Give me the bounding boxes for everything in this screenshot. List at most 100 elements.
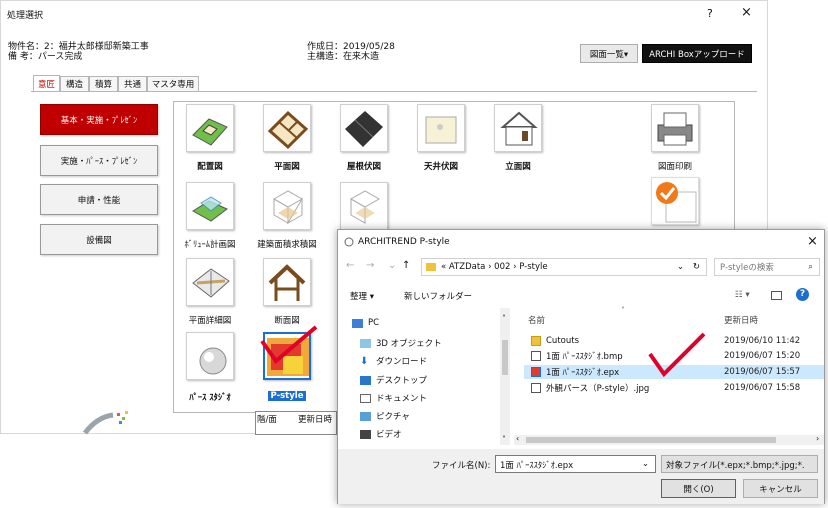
checkmark-annotation-icon <box>648 332 706 378</box>
file-type-select[interactable]: 対象ファイル(*.epx;*.bmp;*.jpg;*. <box>661 455 818 473</box>
tree-item-documents[interactable]: ドキュメント <box>360 392 427 404</box>
p-style-label: P-style <box>252 391 322 401</box>
scroll-up-icon[interactable]: ˄ <box>502 314 506 323</box>
category-equipment[interactable]: 設備図 <box>40 224 158 255</box>
address-bar[interactable]: « ATZData › 002 › P-style ⌄ ↻ <box>421 258 707 276</box>
organize-menu[interactable]: 整理 ▾ <box>350 290 374 302</box>
check-icon[interactable] <box>651 177 699 225</box>
epx-file-icon <box>531 367 541 377</box>
tab-common[interactable]: 共通 <box>118 76 147 91</box>
print-icon[interactable] <box>651 104 699 152</box>
tab-estimate[interactable]: 積算 <box>89 76 118 91</box>
sort-indicator-icon: ˄ <box>621 306 625 315</box>
column-date[interactable]: 更新日時 <box>724 314 758 326</box>
document-icon <box>360 393 371 403</box>
help-button[interactable]: ? <box>707 7 713 20</box>
scroll-left-icon[interactable]: ‹ <box>516 434 519 443</box>
building-area-label: 建築面積求積図 <box>257 240 317 250</box>
address-dropdown-icon[interactable]: ⌄ <box>677 262 684 272</box>
detail-plan-icon[interactable] <box>186 258 234 306</box>
file-list-scroll-thumb[interactable] <box>526 437 776 443</box>
tree-item-downloads[interactable]: ⬇ ダウンロード <box>360 355 427 367</box>
close-button[interactable]: × <box>741 5 752 20</box>
ceiling-plan-icon[interactable] <box>417 104 465 152</box>
search-icon: ⌕ <box>808 262 813 272</box>
roof-plan-icon[interactable] <box>340 104 388 152</box>
grid-header-floor: 階/面 <box>257 415 277 425</box>
main-structure: 主構造：在来木造 <box>307 52 380 62</box>
site-plan-label: 配置図 <box>197 162 223 172</box>
drawing-list-button[interactable]: 図面一覧▾ <box>580 44 638 63</box>
pc-icon <box>352 318 363 328</box>
folder-icon <box>531 336 541 346</box>
perspective-studio-icon[interactable] <box>186 332 234 380</box>
refresh-icon[interactable]: ↻ <box>693 262 700 272</box>
tab-structure[interactable]: 構造 <box>60 76 89 91</box>
folder-icon <box>426 263 436 271</box>
tree-scroll-thumb[interactable] <box>502 340 508 375</box>
filename-dropdown-icon[interactable]: ⌄ <box>642 459 649 469</box>
scroll-right-icon[interactable]: › <box>816 434 819 443</box>
elevation-icon[interactable] <box>494 104 542 152</box>
volume-plan-icon[interactable] <box>186 182 234 230</box>
scroll-down-icon[interactable]: ˅ <box>502 435 506 444</box>
tab-design[interactable]: 意匠 <box>33 75 60 91</box>
volume-plan-label: ﾎﾞﾘｭｰﾑ計画図 <box>184 240 236 250</box>
column-name[interactable]: 名前 <box>528 314 545 326</box>
preview-pane-icon[interactable] <box>771 291 782 300</box>
section-icon[interactable] <box>263 258 311 306</box>
tab-master[interactable]: マスタ専用 <box>147 76 199 91</box>
tree-item-pc[interactable]: PC <box>352 318 379 328</box>
filename-input[interactable]: 1面 ﾊﾟｰｽｽﾀｼﾞｵ.epx ⌄ <box>495 455 656 473</box>
tree-item-3d-objects[interactable]: 3D オブジェクト <box>360 337 442 349</box>
archi-logo-icon <box>83 411 128 435</box>
tree-item-desktop[interactable]: デスクトップ <box>360 374 427 386</box>
help-icon[interactable]: ? <box>796 288 809 301</box>
category-application[interactable]: 申請・性能 <box>40 184 158 215</box>
print-label: 図面印刷 <box>657 162 692 172</box>
app-icon <box>344 237 354 247</box>
tree-scrollbar[interactable] <box>500 308 510 445</box>
roof-plan-label: 屋根伏図 <box>346 162 381 172</box>
detail-plan-label: 平面詳細図 <box>188 316 232 326</box>
perspective-studio-label: ﾊﾟｰｽ ｽﾀｼﾞｵ <box>189 393 231 403</box>
tree-item-pictures[interactable]: ピクチャ <box>360 410 410 422</box>
floor-plan-label: 平面図 <box>274 162 300 172</box>
building-area-icon[interactable] <box>263 182 311 230</box>
floor-plan-icon[interactable] <box>263 104 311 152</box>
cancel-button[interactable]: キャンセル <box>743 479 818 498</box>
desktop-icon <box>360 375 371 385</box>
dialog-close-button[interactable]: × <box>807 234 818 249</box>
tab-divider <box>31 91 757 92</box>
grid-header-updated: 更新日時 <box>298 415 333 425</box>
open-button[interactable]: 開く(O) <box>661 479 736 498</box>
site-plan-icon[interactable] <box>186 104 234 152</box>
forward-icon[interactable]: → <box>366 260 374 271</box>
elevation-label: 立面図 <box>505 162 531 172</box>
category-perspective[interactable]: 実施・ﾊﾟｰｽ・ﾌﾟﾚｾﾞﾝ <box>40 145 158 176</box>
up-icon[interactable]: ↑ <box>402 260 410 271</box>
view-options-icon[interactable]: ☷ ▾ <box>735 290 750 300</box>
file-open-dialog: ARCHITREND P-style × ← → ⌄ ↑ « ATZData ›… <box>337 229 825 504</box>
back-icon[interactable]: ← <box>346 260 354 271</box>
floor-area-icon[interactable] <box>340 182 388 230</box>
image-file-icon <box>531 383 541 393</box>
new-folder-button[interactable]: 新しいフォルダー <box>404 290 472 302</box>
archi-box-upload-button[interactable]: ARCHI Boxアップロード <box>642 44 752 63</box>
filename-label: ファイル名(N): <box>432 461 491 471</box>
search-input[interactable]: P-styleの検索 ⌕ <box>714 258 820 276</box>
dropdown-arrow-icon[interactable]: ⌄ <box>388 260 396 271</box>
dialog-title: ARCHITREND P-style <box>358 237 450 247</box>
remark: 備 考：パース完成 <box>8 52 83 62</box>
picture-icon <box>360 411 371 421</box>
tree-item-videos[interactable]: ビデオ <box>360 428 402 440</box>
ceiling-plan-label: 天井伏図 <box>423 162 458 172</box>
category-basic[interactable]: 基本・実施・ﾌﾟﾚｾﾞﾝ <box>40 104 158 135</box>
image-file-icon <box>531 351 541 361</box>
checkmark-annotation-icon <box>260 325 318 364</box>
address-path: « ATZData › 002 › P-style <box>441 262 548 272</box>
cube-icon <box>360 338 371 348</box>
download-icon: ⬇ <box>360 355 369 367</box>
file-row[interactable]: 外観パース（P-style）.jpg 2019/06/07 15:58 <box>524 381 824 395</box>
video-icon <box>360 429 371 439</box>
